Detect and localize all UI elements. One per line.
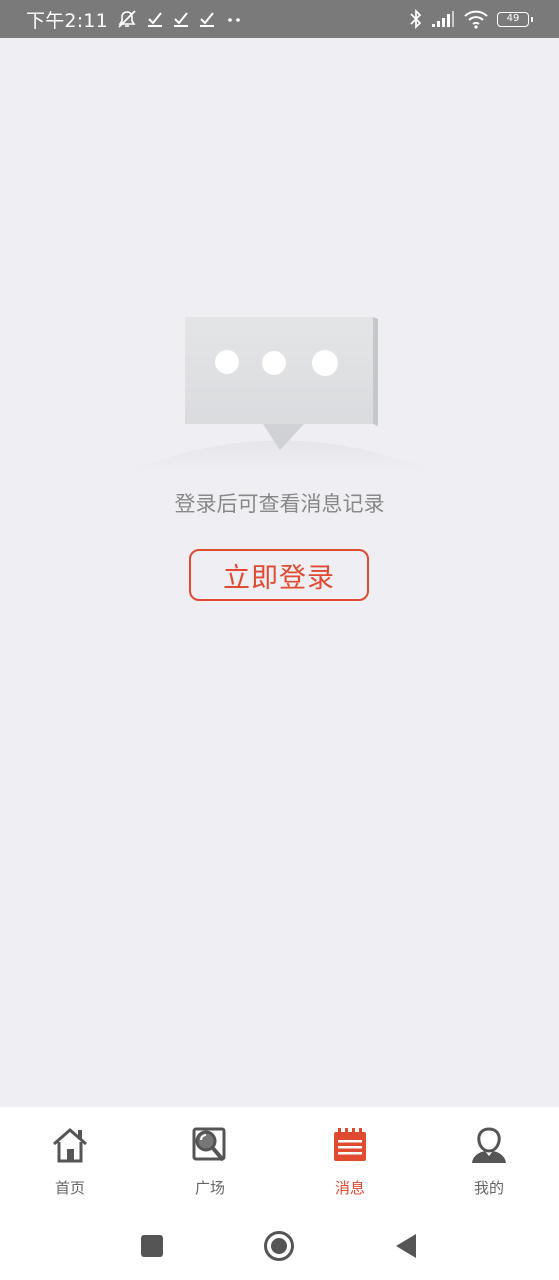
home-button[interactable]: [259, 1226, 299, 1266]
tab-mine-label: 我的: [473, 1179, 504, 1197]
back-button[interactable]: [386, 1226, 426, 1266]
tab-square[interactable]: 广场: [140, 1107, 280, 1210]
check-icon: [172, 10, 190, 28]
signal-icon: [431, 10, 455, 28]
battery-icon: 49: [497, 11, 533, 27]
tab-square-label: 广场: [194, 1179, 225, 1197]
home-icon: [50, 1125, 90, 1165]
battery-level: 49: [506, 13, 520, 24]
bluetooth-icon: [409, 9, 423, 29]
tab-home[interactable]: 首页: [0, 1107, 140, 1210]
empty-message: 登录后可查看消息记录: [174, 492, 385, 516]
dots-icon: [224, 10, 244, 28]
recents-button[interactable]: [132, 1226, 172, 1266]
search-square-icon: [190, 1125, 230, 1165]
bottom-tab-bar: 首页 广场 消息 我的: [0, 1107, 559, 1210]
status-bar: 下午2:11 49: [0, 0, 559, 38]
mute-icon: [116, 9, 138, 29]
system-nav-bar: [0, 1210, 559, 1280]
tab-messages[interactable]: 消息: [280, 1107, 420, 1210]
tab-home-label: 首页: [54, 1179, 85, 1197]
back-triangle-icon: [396, 1234, 416, 1258]
chat-bubble-icon: [120, 300, 440, 480]
tab-messages-label: 消息: [334, 1179, 365, 1197]
circle-home-icon: [264, 1231, 294, 1261]
check-icon: [198, 10, 216, 28]
calendar-message-icon: [330, 1125, 370, 1165]
status-bar-left: 下午2:11: [26, 0, 244, 38]
tab-mine[interactable]: 我的: [419, 1107, 559, 1210]
status-bar-right: 49: [409, 0, 533, 38]
wifi-icon: [463, 9, 489, 29]
check-icon: [146, 10, 164, 28]
square-icon: [141, 1235, 163, 1257]
user-icon: [469, 1125, 509, 1165]
login-button[interactable]: 立即登录: [189, 549, 369, 601]
status-time: 下午2:11: [26, 9, 108, 32]
